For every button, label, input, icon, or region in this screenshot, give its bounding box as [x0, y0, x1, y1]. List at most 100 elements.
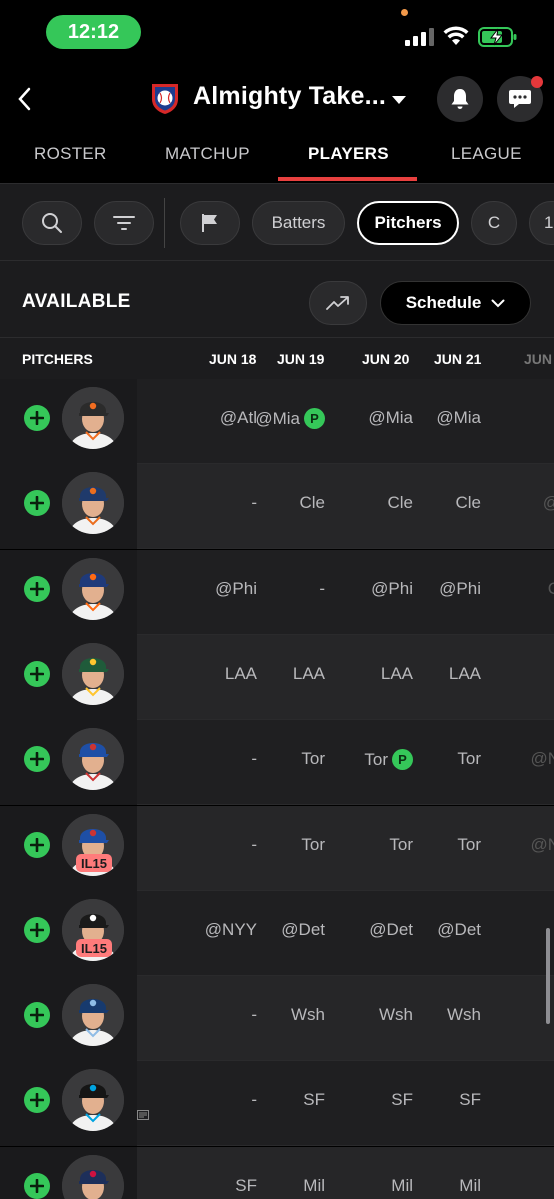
schedule-cell: Wsh [379, 1005, 413, 1025]
schedule-dropdown[interactable]: Schedule [380, 281, 531, 325]
opponent-label: @Phi [371, 579, 413, 598]
add-player-button[interactable] [24, 405, 50, 431]
player-row[interactable]: IL15 - Tor Tor Tor @N [0, 806, 554, 891]
opponent-label: LAA [448, 664, 481, 683]
schedule-cell: LAA [225, 664, 257, 684]
player-avatar[interactable] [62, 472, 124, 534]
schedule-cell: @ [543, 493, 554, 513]
team-name[interactable]: Almighty Take... [193, 82, 386, 111]
player-avatar[interactable] [62, 728, 124, 790]
opponent-label: - [251, 835, 257, 854]
schedule-cell: SF [303, 1090, 325, 1110]
opponent-label: @N [530, 835, 554, 854]
main-tabs: ROSTER MATCHUP PLAYERS LEAGUE [0, 134, 554, 182]
date-header: JUN 19 [277, 351, 325, 367]
player-row[interactable]: @Atl @Mia P @Mia @Mia [0, 379, 554, 464]
position-column-header: PITCHERS [22, 351, 93, 367]
schedule-cell: - [251, 835, 257, 855]
opponent-label: SF [391, 1090, 413, 1109]
watchlist-flag-button[interactable] [180, 201, 240, 245]
player-avatar[interactable] [62, 1069, 124, 1131]
opponent-label: @NYY [204, 920, 257, 939]
add-player-button[interactable] [24, 661, 50, 687]
player-row[interactable]: - Wsh Wsh Wsh [0, 976, 554, 1061]
schedule-cell: - [251, 1090, 257, 1110]
schedule-cell: Tor [389, 835, 413, 855]
probable-starter-badge: P [304, 408, 325, 429]
player-headshot-icon [62, 643, 124, 705]
add-player-button[interactable] [24, 490, 50, 516]
add-icon [30, 411, 44, 425]
available-section-header: AVAILABLE Schedule [0, 261, 554, 337]
player-avatar[interactable] [62, 984, 124, 1046]
filter-chip-1b[interactable]: 1 [529, 201, 554, 245]
player-avatar[interactable] [62, 387, 124, 449]
schedule-cell: @Det [437, 920, 481, 940]
filter-icon [113, 216, 135, 230]
schedule-cell: @Mia [368, 408, 413, 428]
schedule-cell: Cle [299, 493, 325, 513]
scroll-indicator[interactable] [546, 928, 550, 1024]
player-row[interactable]: - Cle Cle Cle @ [0, 464, 554, 549]
filter-chip-pitchers[interactable]: Pitchers [357, 201, 459, 245]
schedule-cell: @Det [369, 920, 413, 940]
opponent-label: - [319, 579, 325, 598]
schedule-cell: SF [391, 1090, 413, 1110]
opponent-label: Cle [455, 493, 481, 512]
date-header: JUN 20 [362, 351, 410, 367]
player-row[interactable]: - Tor Tor P Tor @N [0, 720, 554, 805]
back-chevron-icon[interactable] [14, 84, 36, 114]
trending-button[interactable] [309, 281, 367, 325]
player-row[interactable]: IL15 @NYY @Det @Det @Det [0, 891, 554, 976]
bell-icon [451, 89, 469, 109]
chevron-down-icon [491, 299, 505, 307]
add-player-button[interactable] [24, 1002, 50, 1028]
schedule-cell: @N [530, 749, 554, 769]
schedule-cell: @NYY [205, 920, 257, 940]
add-icon [30, 1008, 44, 1022]
opponent-label: Wsh [291, 1005, 325, 1024]
add-player-button[interactable] [24, 1087, 50, 1113]
tab-roster[interactable]: ROSTER [34, 144, 107, 164]
schedule-cell: Wsh [447, 1005, 481, 1025]
player-row[interactable]: SF Mil Mil Mil [0, 1147, 554, 1199]
add-player-button[interactable] [24, 1173, 50, 1199]
tab-league[interactable]: LEAGUE [451, 144, 522, 164]
add-icon [30, 1179, 44, 1193]
tab-matchup[interactable]: MATCHUP [165, 144, 250, 164]
schedule-cell: LAA [381, 664, 413, 684]
opponent-label: Tor [364, 750, 388, 769]
tab-players[interactable]: PLAYERS [308, 144, 389, 164]
schedule-cell: @Mia [436, 408, 481, 428]
opponent-label: @Atl [219, 408, 257, 427]
player-row[interactable]: - SF SF SF [0, 1061, 554, 1146]
news-note-icon[interactable] [137, 1107, 149, 1120]
schedule-cell: Mil [391, 1176, 413, 1196]
filter-chip-batters[interactable]: Batters [252, 201, 345, 245]
wifi-icon [443, 26, 469, 45]
filter-button[interactable] [94, 201, 154, 245]
search-button[interactable] [22, 201, 82, 245]
player-headshot-icon [62, 472, 124, 534]
opponent-label: Tor [457, 749, 481, 768]
player-avatar[interactable] [62, 558, 124, 620]
add-icon [30, 667, 44, 681]
privacy-indicator [401, 9, 408, 16]
add-player-button[interactable] [24, 576, 50, 602]
add-player-button[interactable] [24, 832, 50, 858]
add-player-button[interactable] [24, 746, 50, 772]
opponent-label: Tor [389, 835, 413, 854]
notifications-button[interactable] [437, 76, 483, 122]
chevron-down-icon[interactable] [390, 94, 408, 106]
player-headshot-icon [62, 1069, 124, 1131]
player-avatar[interactable] [62, 643, 124, 705]
schedule-cell: Tor [301, 835, 325, 855]
filter-chip-c[interactable]: C [471, 201, 517, 245]
player-row[interactable]: @Phi - @Phi @Phi C [0, 550, 554, 635]
opponent-label: LAA [292, 664, 325, 683]
status-time[interactable]: 12:12 [46, 15, 141, 49]
add-player-button[interactable] [24, 917, 50, 943]
schedule-cell: LAA [449, 664, 481, 684]
schedule-cell: Tor [457, 835, 481, 855]
player-row[interactable]: LAA LAA LAA LAA [0, 635, 554, 720]
